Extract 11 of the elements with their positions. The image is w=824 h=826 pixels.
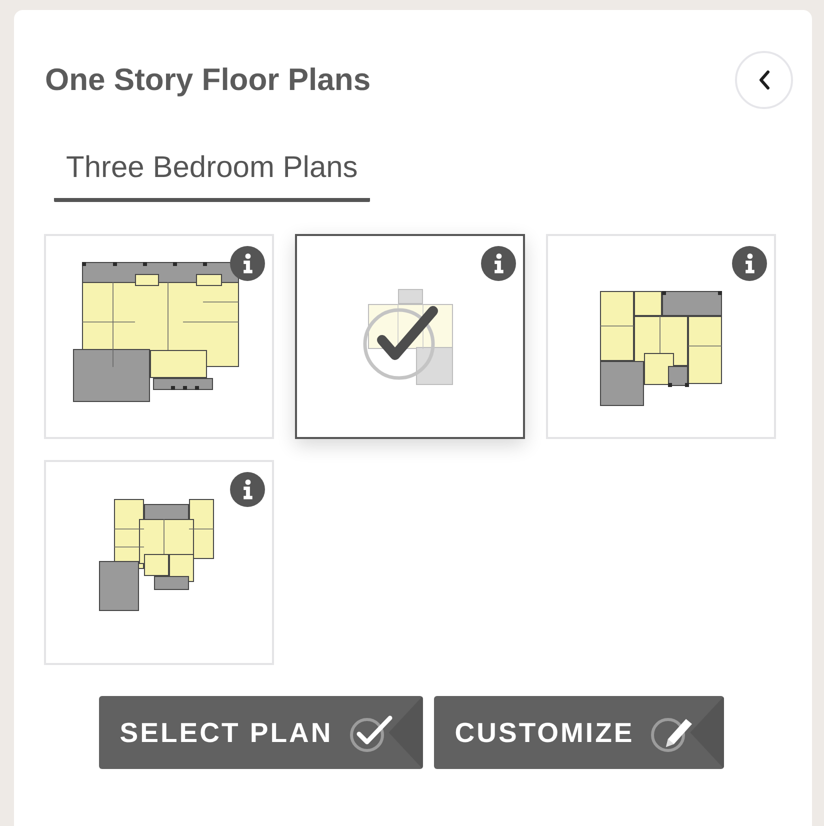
chevron-left-icon <box>758 70 770 90</box>
select-plan-button[interactable]: SELECT PLAN <box>98 696 423 769</box>
customize-button[interactable]: CUSTOMIZE <box>434 696 724 769</box>
category-tab[interactable]: Three Bedroom Plans <box>54 148 370 202</box>
info-icon[interactable] <box>230 472 265 507</box>
panel-title: One Story Floor Plans <box>45 62 371 98</box>
info-icon[interactable] <box>732 246 767 281</box>
plan-card[interactable] <box>295 234 525 439</box>
check-circle-icon <box>363 303 441 381</box>
info-icon[interactable] <box>481 246 516 281</box>
info-icon[interactable] <box>230 246 265 281</box>
